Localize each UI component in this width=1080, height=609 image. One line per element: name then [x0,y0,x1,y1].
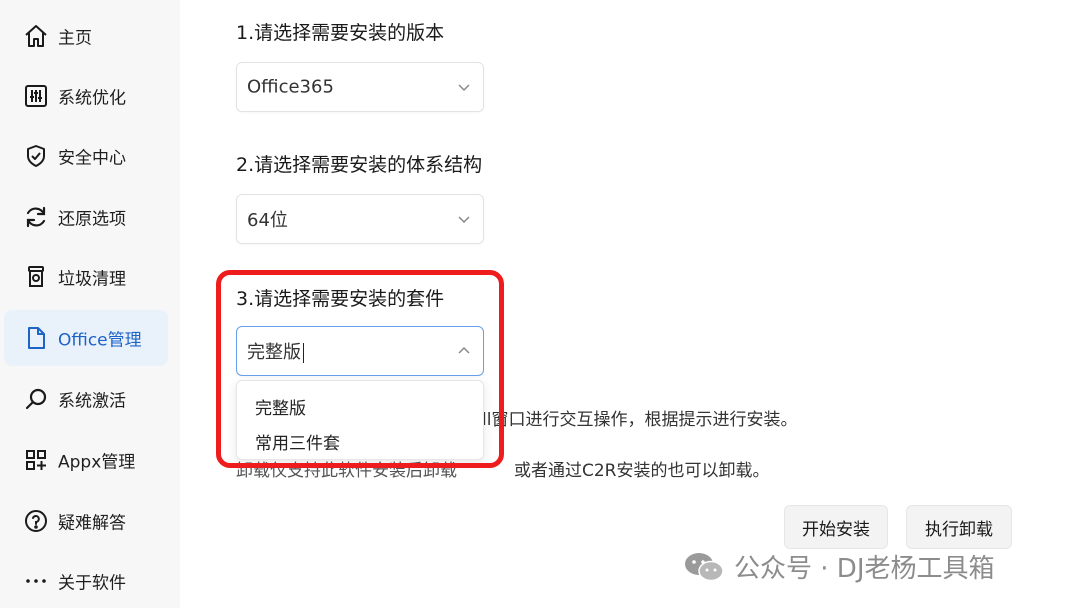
uninstall-hint-right: 或者通过C2R安装的也可以卸载。 [514,461,770,481]
install-hint-text: ll窗口进行交互操作，根据提示进行安装。 [482,410,798,430]
sidebar-item-home[interactable]: 主页 [4,8,168,64]
sidebar-item-activation[interactable]: 系统激活 [4,371,168,427]
tune-icon [22,82,50,110]
sidebar-item-security[interactable]: 安全中心 [4,128,168,184]
sidebar-item-restore[interactable]: 还原选项 [4,189,168,245]
trash-icon [22,263,50,291]
key-search-icon [22,385,50,413]
start-install-button[interactable]: 开始安装 [784,505,888,549]
sidebar-item-about[interactable]: 关于软件 [4,553,168,609]
sidebar-item-office[interactable]: Office管理 [4,310,168,366]
sidebar-item-appx[interactable]: Appx管理 [4,432,168,488]
more-icon [22,567,50,595]
sidebar-item-label: 安全中心 [58,148,126,169]
architecture-select-value: 64位 [247,210,288,231]
uninstall-button[interactable]: 执行卸载 [906,505,1012,549]
wechat-icon [685,552,724,581]
chevron-down-icon [458,84,470,92]
sidebar-item-label: 疑难解答 [58,513,126,534]
step1-title: 1.请选择需要安装的版本 [236,22,445,44]
sidebar-item-label: 关于软件 [58,573,126,594]
apps-icon [22,446,50,474]
sidebar-item-system-optimize[interactable]: 系统优化 [4,68,168,124]
sidebar-item-cleanup[interactable]: 垃圾清理 [4,249,168,305]
step2-title: 2.请选择需要安装的体系结构 [236,154,483,176]
sidebar: 主页 系统优化 安全中心 还原选项 垃圾清理 Office管理 系统激活 App… [0,0,180,608]
document-icon [22,324,50,352]
refresh-icon [22,203,50,231]
sidebar-item-label: Appx管理 [58,452,136,473]
sidebar-item-label: Office管理 [58,330,142,351]
architecture-select[interactable]: 64位 [236,194,484,244]
sidebar-item-label: 系统激活 [58,391,126,412]
sidebar-item-label: 主页 [58,28,92,49]
sidebar-item-label: 系统优化 [58,88,126,109]
sidebar-item-label: 垃圾清理 [58,269,126,290]
highlight-box [216,270,504,468]
sidebar-item-label: 还原选项 [58,209,126,230]
watermark: 公众号 · DJ老杨工具箱 [682,548,994,585]
version-select-value: Office365 [247,76,334,98]
home-icon [22,22,50,50]
version-select[interactable]: Office365 [236,62,484,112]
watermark-text: 公众号 · DJ老杨工具箱 [734,554,995,584]
sidebar-item-troubleshoot[interactable]: 疑难解答 [4,493,168,549]
shield-icon [22,142,50,170]
help-icon [22,507,50,535]
chevron-down-icon [458,216,470,224]
